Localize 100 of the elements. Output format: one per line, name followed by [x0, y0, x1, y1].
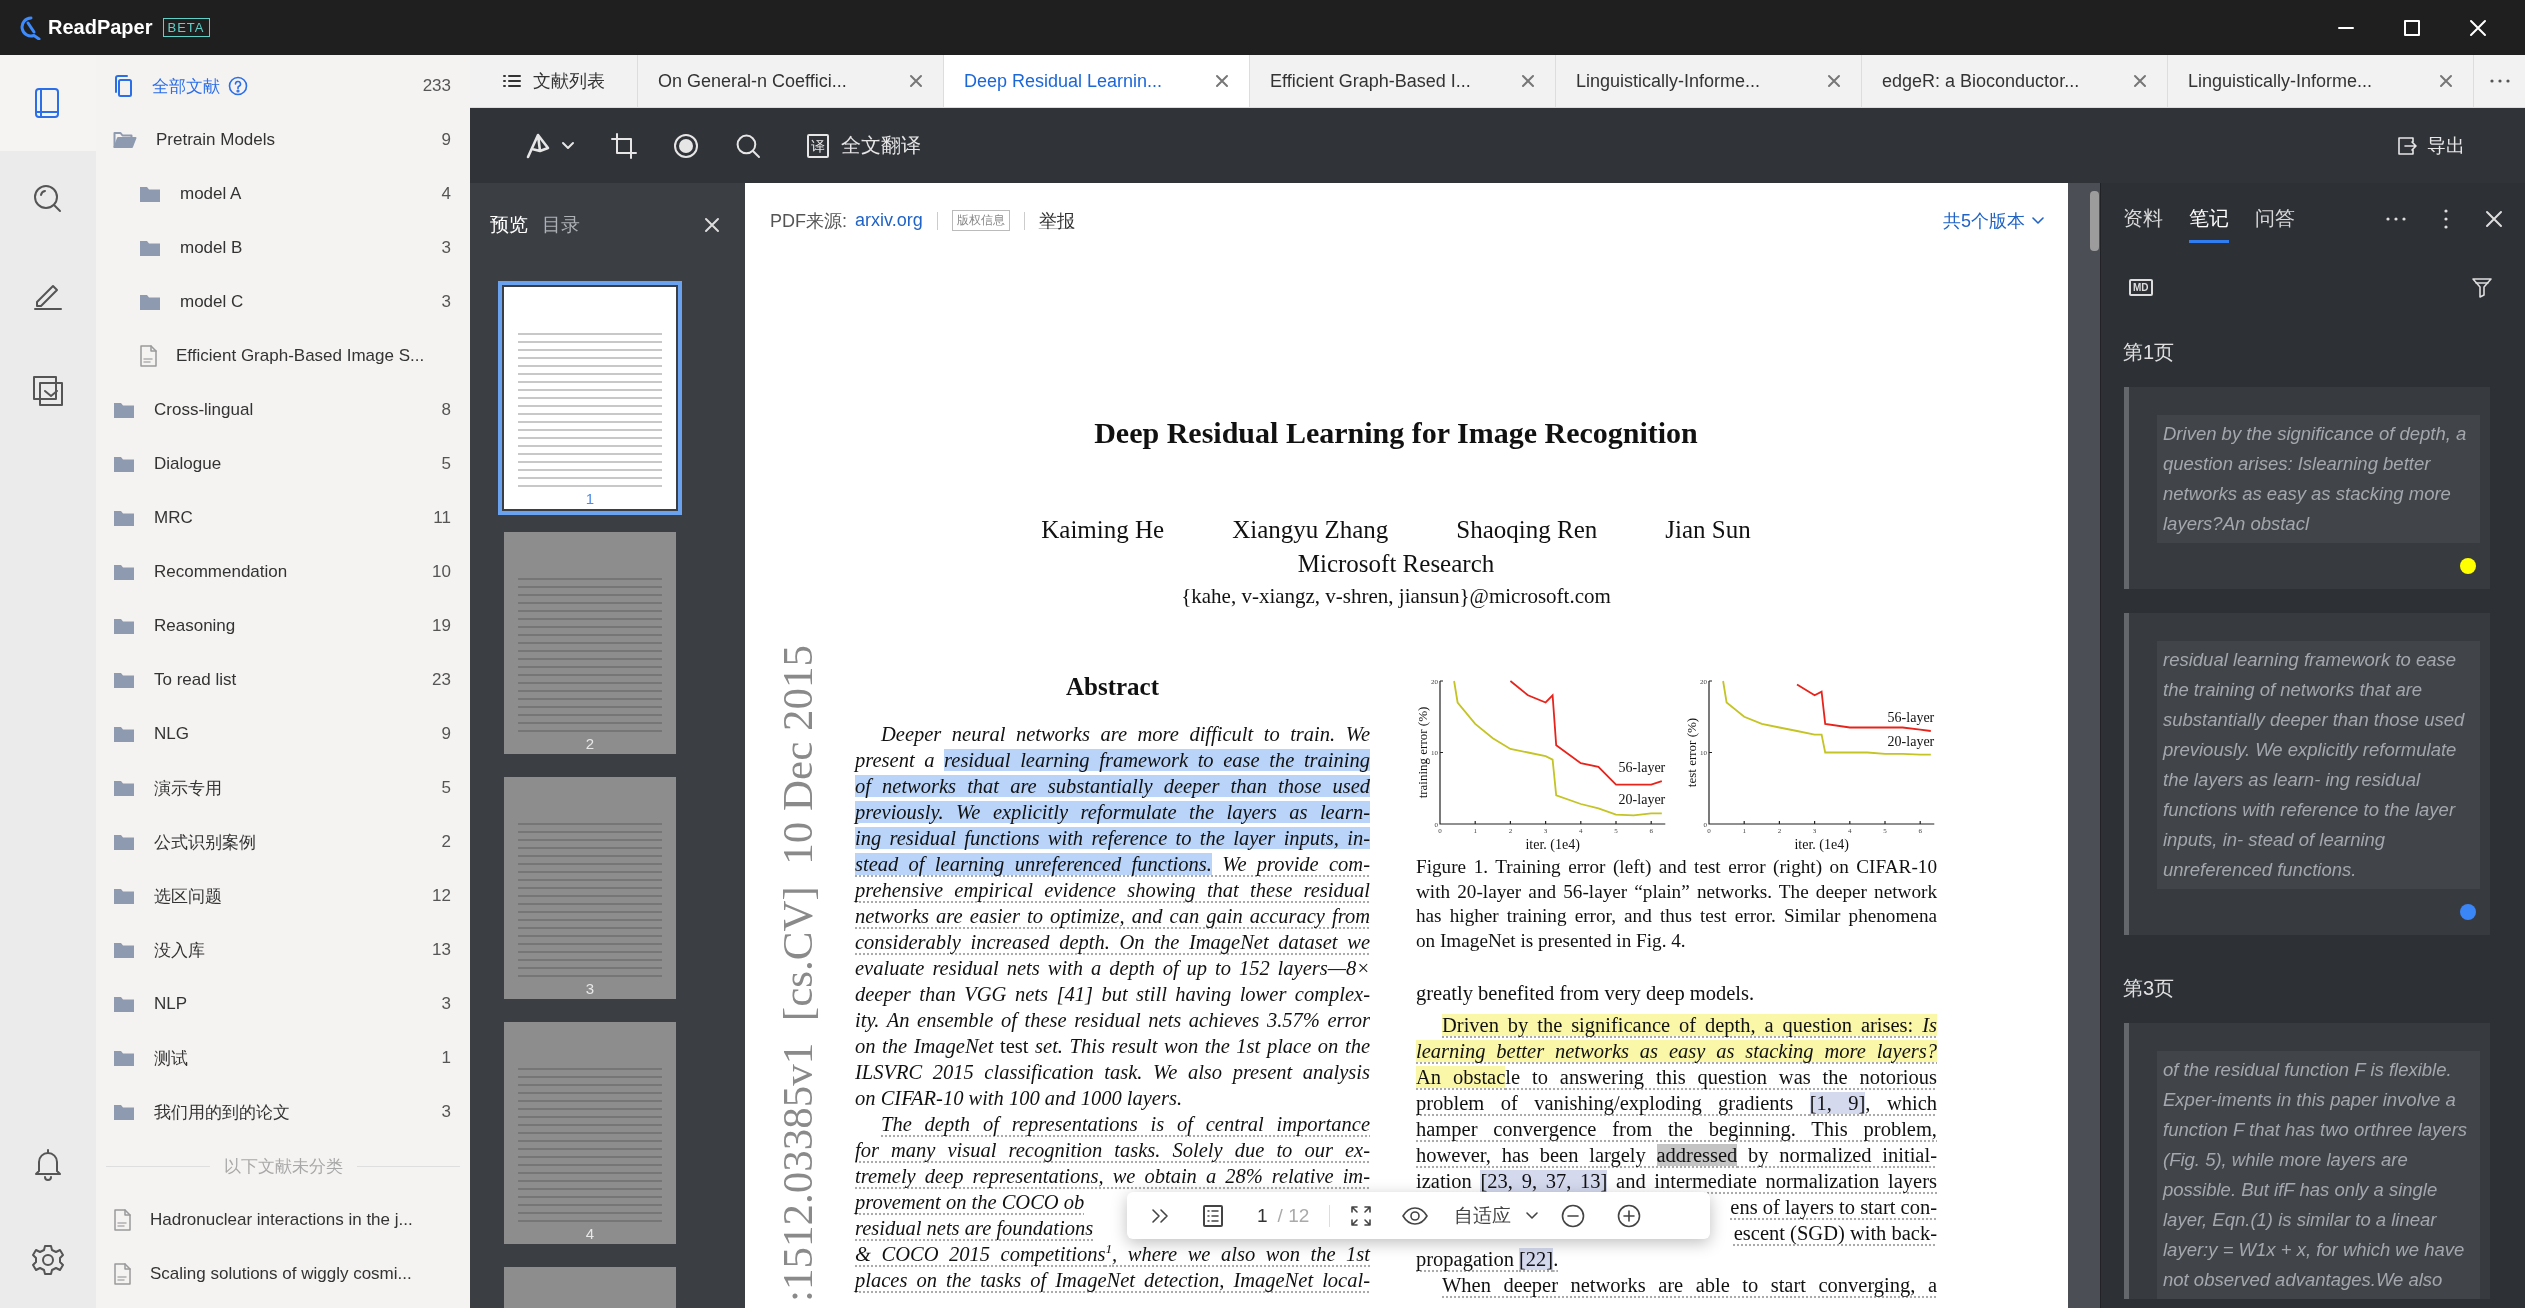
- text-line: problem of vanishing/exploding gradients [1, 9], which: [1416, 1091, 1937, 1116]
- folder-item[interactable]: Cross-lingual: [154, 400, 254, 420]
- copyright-badge[interactable]: 版权信息: [951, 210, 1010, 231]
- item-count: 3: [441, 238, 451, 258]
- note-text: residual learning framework to ease the training of networks that are substantially deeper than those used previously. We explicitly reformulate the layers as learn- ing residual functions with reference to the layer inputs, in- stead of learning unreferenced functions.: [2157, 641, 2480, 889]
- zoom-in-icon[interactable]: [1617, 1203, 1642, 1228]
- series-label: 56-layer: [1618, 760, 1666, 776]
- more-icon[interactable]: [2385, 216, 2407, 222]
- folder-item[interactable]: Reasoning: [154, 616, 236, 636]
- beta-badge: BETA: [162, 18, 210, 37]
- filter-icon[interactable]: [2471, 276, 2493, 299]
- panel-tab[interactable]: 资料: [2123, 195, 2163, 243]
- item-count: 4: [441, 184, 451, 204]
- folder-item[interactable]: Pretrain Models: [156, 130, 276, 150]
- series-label: 20-layer: [1887, 733, 1935, 749]
- text-line: residual nets are foundations: [855, 1216, 1094, 1241]
- text-line: propagation [22].: [1416, 1247, 1560, 1272]
- panel-tab[interactable]: 目录: [542, 212, 580, 238]
- folder-item[interactable]: 我们用的到的论文: [154, 1100, 290, 1124]
- inbox-icon[interactable]: [31, 374, 65, 408]
- text-line: considerably increased depth. On the ImageNet dataset we: [855, 930, 1370, 955]
- folder-item[interactable]: NLG: [154, 724, 189, 744]
- text-line: greatly benefited from very deep models.: [1416, 981, 1756, 1006]
- text-line: When deeper networks are able to start converging, a: [1441, 1273, 1937, 1298]
- document-item[interactable]: Efficient Graph-Based Image S...: [176, 346, 425, 366]
- folder-item[interactable]: model B: [180, 238, 243, 258]
- double-chevron-icon[interactable]: [1151, 1207, 1169, 1224]
- export-button[interactable]: 导出: [2397, 132, 2465, 159]
- panel-tab[interactable]: 问答: [2255, 195, 2295, 243]
- folder-item[interactable]: NLP: [154, 994, 188, 1014]
- axis-label: iter. (1e4): [1794, 837, 1849, 852]
- folder-item[interactable]: 没入库: [154, 938, 205, 962]
- section-divider-label: 以下文献未分类: [223, 1155, 343, 1178]
- record-icon[interactable]: [673, 132, 699, 159]
- chevron-down-icon: [2031, 216, 2045, 225]
- zoom-out-icon[interactable]: [1561, 1203, 1586, 1228]
- folder-item[interactable]: MRC: [154, 508, 193, 528]
- note-text: Driven by the significance of depth, a question arises: Islearning better networks as easy as stacking more layers?An obstacl: [2157, 415, 2480, 543]
- document-item[interactable]: Scaling solutions of wiggly cosmi...: [150, 1264, 412, 1284]
- fullscreen-icon[interactable]: [1350, 1204, 1373, 1227]
- text-line: & COCO 2015 competitions$^{1}$, where we also won the 1st: [855, 1241, 1370, 1267]
- source-link[interactable]: arxiv.org: [855, 210, 923, 231]
- note-text: of the residual function F is flexible. Exper-iments in this paper involve a function F that has two orthree layers (Fig. 5), while more layers are possible. But ifF has only a single layer, Eqn.(1) is similar to a linear layer:y = W1x + x, for which we have not observed advantages.We also: [2157, 1051, 2480, 1299]
- markdown-export-icon[interactable]: MD: [2129, 279, 2153, 296]
- outline-icon[interactable]: [1203, 1204, 1223, 1227]
- author-emails: {kahe, v-xiangz, v-shren, jiansun}@microsoft.com: [1180, 583, 1612, 610]
- folder-item[interactable]: To read list: [154, 670, 237, 690]
- item-count: 2: [441, 832, 451, 852]
- note-card[interactable]: Driven by the significance of depth, a question arises: Islearning better networks as easy as stacking more layers?An obstacl: [2124, 387, 2490, 589]
- folder-item[interactable]: 选区问题: [154, 884, 222, 908]
- versions-link[interactable]: 共5个版本: [1943, 208, 2045, 233]
- page-number-field[interactable]: 1: [1257, 1204, 1268, 1227]
- text-line: however, has been largely addressed by normalized initial-: [1416, 1143, 1937, 1168]
- search-icon[interactable]: [735, 132, 761, 159]
- zoom-dropdown[interactable]: 自适应: [1454, 1202, 1540, 1229]
- caption-line: with 20-layer and 56-layer “plain” networks. The deeper network: [1416, 879, 1937, 904]
- crop-icon[interactable]: [611, 132, 637, 159]
- note-card[interactable]: [2124, 1023, 2490, 1299]
- text-line: hamper convergence from the beginning. This problem,: [1416, 1117, 1937, 1142]
- eye-icon[interactable]: [1402, 1206, 1429, 1225]
- scrollbar-thumb[interactable]: [2090, 191, 2099, 251]
- folder-item[interactable]: model C: [180, 292, 244, 312]
- settings-icon[interactable]: [31, 1243, 65, 1277]
- document-tab[interactable]: Deep Residual Learnin...: [944, 55, 1250, 107]
- page-heading: 第3页: [2122, 976, 2176, 1001]
- affiliation: Microsoft Research: [1296, 549, 1496, 579]
- panel-tab[interactable]: 笔记: [2189, 195, 2229, 243]
- more-tabs-icon[interactable]: [2488, 78, 2511, 84]
- series-label: 56-layer: [1887, 710, 1935, 726]
- item-count: 11: [433, 508, 451, 528]
- item-count: 5: [441, 454, 451, 474]
- help-icon[interactable]: [228, 76, 248, 96]
- text-line: places on the tasks of ImageNet detection, ImageNet local-: [855, 1268, 1370, 1293]
- maximize-icon[interactable]: [2403, 18, 2421, 37]
- item-count: 3: [441, 1102, 451, 1122]
- text-line: deeper than VGG nets [41] but still having lower complex-: [855, 982, 1370, 1007]
- all-documents-link[interactable]: 全部文献: [152, 74, 220, 98]
- arxiv-identifier: :1512.03385v1 [cs.CV] 10 Dec 2015: [773, 645, 822, 1302]
- folder-item[interactable]: Dialogue: [154, 454, 222, 474]
- item-count: 23: [432, 670, 451, 690]
- highlighter-icon[interactable]: [525, 131, 551, 160]
- folder-item[interactable]: 演示专用: [154, 776, 222, 800]
- item-count: 10: [432, 562, 451, 582]
- axis-label: iter. (1e4): [1525, 837, 1580, 852]
- page-heading: 第1页: [2122, 340, 2176, 365]
- folder-item[interactable]: 公式识别案例: [154, 830, 256, 854]
- folder-item[interactable]: model A: [180, 184, 242, 204]
- caption-line: Figure 1. Training error (left) and test error (right) on CIFAR-10: [1416, 855, 1937, 879]
- panel-tab[interactable]: 预览: [490, 212, 528, 238]
- translate-button[interactable]: 译 全文翻译: [807, 132, 921, 159]
- vertical-dots-icon[interactable]: [2443, 208, 2449, 230]
- axis-label: training error (%): [1416, 706, 1430, 799]
- folder-item[interactable]: Recommendation: [154, 562, 288, 582]
- report-link[interactable]: 举报: [1038, 208, 1075, 233]
- pdf-file-icon: [139, 345, 157, 367]
- series-label: 20-layer: [1618, 792, 1666, 808]
- folder-item[interactable]: 测试: [154, 1046, 188, 1070]
- document-item[interactable]: Hadronuclear interactions in the j...: [150, 1210, 413, 1230]
- page-total: / 12: [1277, 1204, 1310, 1227]
- note-card[interactable]: [2124, 613, 2490, 935]
